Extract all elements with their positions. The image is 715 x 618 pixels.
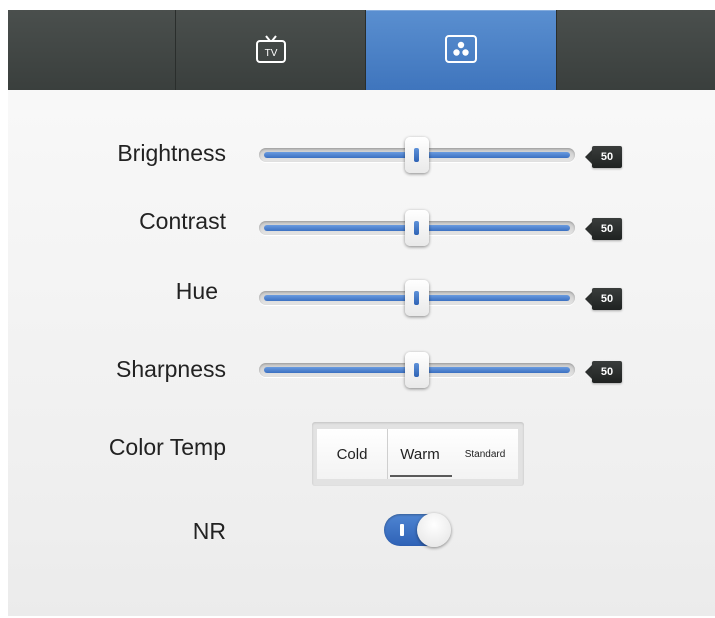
sharpness-label: Sharpness [116, 356, 226, 382]
sharpness-slider-thumb[interactable] [405, 352, 429, 388]
selected-indicator [390, 475, 452, 477]
tv-icon: TV [255, 34, 287, 69]
color-temp-label: Color Temp [108, 434, 226, 460]
brightness-value-badge: 50 [585, 146, 622, 168]
picture-settings-panel: TV Brightness 50 Contrast 50 Hue 50 Shar… [8, 10, 715, 616]
picture-settings-icon [444, 34, 478, 69]
color-temp-option-standard[interactable]: Standard [452, 429, 518, 479]
hue-value-badge: 50 [585, 288, 622, 310]
color-temp-option-label: Cold [336, 445, 368, 463]
tab-tv[interactable]: TV [176, 10, 365, 90]
tab-bar: TV [8, 10, 715, 90]
tv-icon-label: TV [264, 48, 277, 59]
brightness-label: Brightness [117, 140, 226, 166]
toggle-on-indicator [400, 524, 404, 536]
color-temp-selector: Cold Warm Standard [312, 422, 524, 486]
contrast-slider-thumb[interactable] [405, 210, 429, 246]
color-temp-option-label: Standard [464, 448, 506, 460]
tab-picture[interactable] [366, 10, 556, 90]
brightness-slider-thumb[interactable] [405, 137, 429, 173]
hue-label: Hue [175, 278, 218, 304]
color-temp-option-warm[interactable]: Warm [388, 429, 452, 479]
hue-slider-thumb[interactable] [405, 280, 429, 316]
color-temp-option-label: Warm [400, 445, 440, 463]
contrast-label: Contrast [139, 208, 226, 234]
tab-divider [556, 10, 557, 90]
color-temp-option-cold[interactable]: Cold [317, 429, 388, 479]
toggle-knob[interactable] [417, 513, 451, 547]
nr-toggle[interactable] [384, 513, 451, 547]
contrast-value-badge: 50 [585, 218, 622, 240]
nr-label: NR [192, 518, 226, 544]
sharpness-value-badge: 50 [585, 361, 622, 383]
